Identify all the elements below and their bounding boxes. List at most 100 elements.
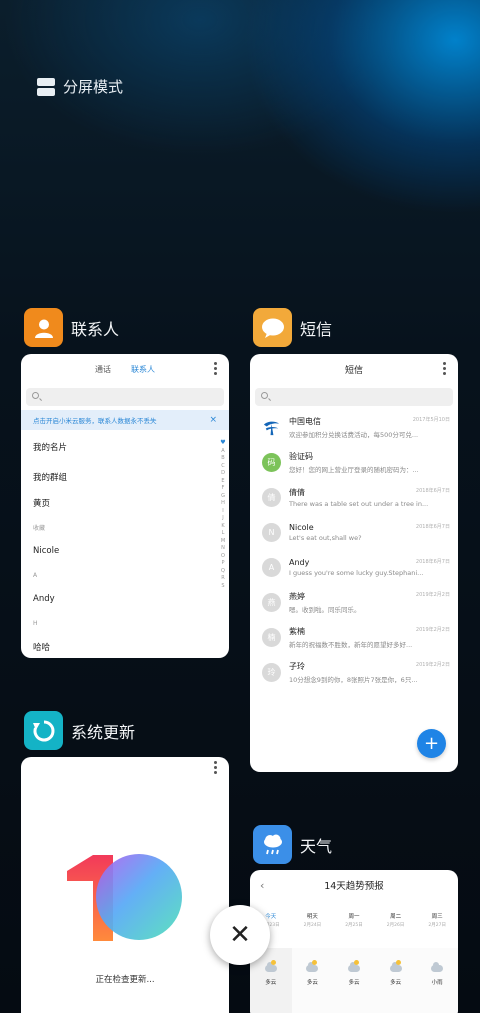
sms-sender: Nicole [289,523,314,532]
forecast-day[interactable]: 周一 2月25日 [333,900,375,948]
forecast-day[interactable]: 明天 2月24日 [292,900,334,948]
partly-cloudy-icon [306,960,319,972]
contact-list-item[interactable]: 我的群组 [21,464,229,490]
contact-avatar: A [262,558,281,577]
sms-item-body: 燕婷 2019年2月2日 嗯。收到啦。同乐同乐。 [289,591,450,614]
more-options-icon[interactable] [214,761,217,774]
alphabet-index-letter[interactable]: C [221,463,225,469]
alphabet-index-letter[interactable]: D [221,471,225,476]
sms-search-input[interactable] [255,388,453,406]
sms-date: 2018年6月7日 [415,559,450,565]
sms-conversation-item[interactable]: 楠紫楠 2019年2月2日 新年的祝福数不胜数，新年的愿望好多好... [250,620,458,655]
contact-list-item[interactable]: 我的名片 [21,430,229,464]
split-screen-mode-button[interactable]: 分屏模式 [37,76,123,97]
forecast-day[interactable]: 周二 2月26日 [375,900,417,948]
alphabet-index-letter[interactable]: H [221,501,225,506]
sms-item-body: 倩倩 2018年6月7日 There was a table set out und… [289,487,450,508]
alphabet-index-letter[interactable]: N [221,546,225,551]
contacts-app-name: 联系人 [71,319,120,339]
sms-conversation-item[interactable]: N Nicole 2018年6月7日 Let's eat out,shall we? [250,515,458,550]
sms-item-body: 验证码 您好！您的网上营业厅登录的随机密码为：... [289,451,450,474]
alphabet-index-letter[interactable]: K [221,523,224,529]
sms-conversation-item[interactable]: 码验证码 您好！您的网上营业厅登录的随机密码为：... [250,445,458,480]
contact-list-item[interactable]: Andy [21,586,229,612]
china-telecom-logo-icon [262,418,281,437]
search-icon [261,392,268,399]
search-icon [32,392,39,399]
contact-list-item[interactable]: 哈哈 [21,634,229,658]
forecast-day-label: 周二 [390,914,402,920]
alphabet-index-letter[interactable]: I [222,508,223,514]
sms-app-card[interactable]: 短信 中国电信 2017年5月10日 欢迎参加积分兑换话费活动，每500分可兑...… [250,354,458,772]
forecast-day[interactable]: 周三 2月27日 [416,900,458,948]
contact-list-item[interactable]: Nicole [21,538,229,564]
contacts-list: 我的名片 我的群组 黄页收藏 Nicole A Andy H 哈哈 [21,430,229,658]
weather-app-card[interactable]: ‹ 14天趋势预报 今天 2月23日 明天 2月24日 周一 2月25日 周二 2月26日 周三… [250,870,458,1013]
tab-calls[interactable]: 通话 [95,364,111,375]
more-options-icon[interactable] [214,362,217,375]
forecast-day-date: 2月25日 [345,923,363,928]
sms-sender: Andy [289,558,310,567]
chat-bubble-icon [253,308,292,347]
refresh-icon [24,711,63,750]
sms-date: 2019年2月2日 [415,662,450,668]
contact-section-header: 收藏 [33,524,46,532]
alphabet-index-letter[interactable]: J [222,516,223,521]
alphabet-index-letter[interactable]: M [221,538,225,544]
back-arrow-icon[interactable]: ‹ [260,879,264,892]
sms-preview: Let's eat out,shall we? [289,534,362,542]
alphabet-index-letter[interactable]: L [222,531,225,536]
alphabet-index-letter[interactable]: Q [221,568,225,574]
contact-avatar: 码 [262,453,281,472]
cloud-service-banner[interactable]: 点击开启小米云服务，联系人数据永不丢失 × [21,410,229,430]
contacts-icon [24,308,63,347]
forecast-condition-label: 多云 [348,980,360,986]
alphabet-index-letter[interactable]: S [221,583,224,589]
forecast-condition: 多云 [333,948,375,1013]
contact-avatar: 玲 [262,663,281,682]
sms-conversation-item[interactable]: 燕燕婷 2019年2月2日 嗯。收到啦。同乐同乐。 [250,585,458,620]
alphabet-index-letter[interactable]: F [222,486,225,491]
sms-item-body: 子玲 2019年2月2日 10分想念9到的你，8张照片7张是你，6只... [289,661,450,684]
alphabet-index-letter[interactable]: R [221,576,224,581]
forecast-condition-label: 小雨 [431,980,443,986]
sms-preview: 您好！您的网上营业厅登录的随机密码为：... [289,466,419,474]
contact-avatar: 楠 [262,628,281,647]
alphabet-index-letter[interactable]: P [221,561,224,566]
more-options-icon[interactable] [443,362,446,375]
alphabet-index[interactable]: ♥ A B C D E F G H I J K L M N O P Q R S [219,440,227,589]
contact-list-item[interactable]: 黄页 [21,490,229,516]
alphabet-index-letter[interactable]: G [221,493,225,499]
forecast-condition: 多云 [375,948,417,1013]
alphabet-index-letter[interactable]: B [221,456,224,461]
alphabet-index-letter[interactable]: A [221,448,224,454]
alphabet-index-letter[interactable]: E [221,478,224,484]
sms-conversation-item[interactable]: 玲子玲 2019年2月2日 10分想念9到的你，8张照片7张是你，6只... [250,655,458,690]
forecast-day-label: 周三 [431,914,443,920]
new-message-button[interactable]: + [417,729,446,758]
sms-conversation-item[interactable]: A Andy 2018年6月7日 I guess you're some lucky … [250,550,458,585]
contact-section-header: H [33,619,38,627]
sms-title-bar: 短信 [250,354,458,384]
alphabet-index-letter[interactable]: O [221,553,225,559]
tab-contacts[interactable]: 联系人 [131,364,155,375]
partly-cloudy-icon [347,960,360,972]
contacts-app-card[interactable]: 通话 联系人 点击开启小米云服务，联系人数据永不丢失 × 我的名片 我的群组 黄页收… [21,354,229,658]
system-update-card[interactable]: 正在检查更新... [21,757,229,1013]
contacts-search-input[interactable] [26,388,224,406]
sms-sender: 燕婷 [289,592,305,601]
sms-conversation-item[interactable]: 中国电信 2017年5月10日 欢迎参加积分兑换话费活动，每500分可兑... [250,410,458,445]
forecast-condition-label: 多云 [265,980,277,986]
sms-list: 中国电信 2017年5月10日 欢迎参加积分兑换话费活动，每500分可兑... 码验证… [250,410,458,690]
close-all-button[interactable]: ✕ [210,905,270,965]
split-screen-icon [37,77,55,96]
weather-app-name: 天气 [300,836,333,856]
sms-conversation-item[interactable]: 倩倩倩 2018年6月7日 There was a table set out un… [250,480,458,515]
weather-title: 14天趋势预报 [324,881,384,892]
update-app-name: 系统更新 [71,722,136,742]
rain-cloud-icon [253,825,292,864]
banner-close-icon[interactable]: × [209,415,217,425]
contact-avatar: 倩 [262,488,281,507]
alphabet-index-letter[interactable]: ♥ [220,440,225,446]
forecast-conditions-row: 多云 多云 多云 多云 小雨 [250,948,458,1013]
